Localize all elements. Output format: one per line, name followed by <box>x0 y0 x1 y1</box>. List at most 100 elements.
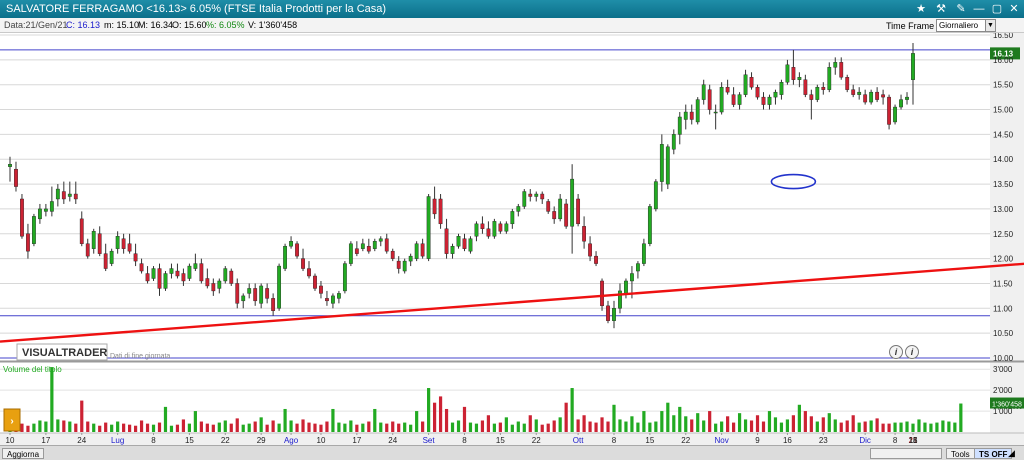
y-tick-label: 14.00 <box>993 155 1014 164</box>
candle-body <box>354 248 359 254</box>
volume-bar <box>211 424 215 432</box>
candle-body <box>235 283 240 304</box>
candle-body <box>713 111 718 114</box>
candle-body <box>641 243 646 264</box>
volume-bar <box>935 422 939 432</box>
price-chart[interactable]: 16.13 10.0010.5011.0011.5012.0012.5013.0… <box>0 33 1024 445</box>
chevron-down-icon[interactable]: ▼ <box>985 20 995 31</box>
y-tick-label: 13.00 <box>993 205 1014 214</box>
volume-bar <box>684 416 688 432</box>
candle-body <box>881 94 885 98</box>
candle-body <box>20 198 24 237</box>
volume-bar <box>893 422 897 432</box>
volume-bar <box>187 423 192 432</box>
maximize-icon[interactable]: ▢ <box>988 1 1006 17</box>
candle-body <box>217 280 222 289</box>
candle-body <box>695 99 700 123</box>
hammer-icon[interactable]: ⚒ <box>932 1 950 17</box>
minimize-icon[interactable]: — <box>970 1 988 17</box>
volume-bar <box>773 417 778 432</box>
volume-bar <box>157 422 162 432</box>
volume-title: Volume del titolo <box>3 365 62 374</box>
candle-body <box>612 308 616 321</box>
y-tick-label: 12.00 <box>993 255 1014 264</box>
candle-body <box>468 238 473 252</box>
star-icon[interactable]: ★ <box>912 1 930 17</box>
candle-body <box>109 250 114 264</box>
candle-body <box>582 226 586 242</box>
candle-body <box>600 280 604 307</box>
date-label: Data:21/Gen/21 <box>4 20 68 30</box>
candle-body <box>636 263 640 272</box>
candle-body <box>546 201 551 212</box>
volume-bar <box>247 423 251 432</box>
candle-body <box>342 263 347 292</box>
scrollbar-track[interactable] <box>870 448 942 459</box>
candle-body <box>295 243 299 257</box>
candle-body <box>414 243 419 259</box>
last-volume-label: 1'360'458 <box>992 402 1022 409</box>
candle-body <box>857 91 862 95</box>
candle-body <box>839 62 844 78</box>
candle-body <box>14 168 18 187</box>
volume-bar <box>235 418 239 432</box>
candle-body <box>432 198 437 215</box>
candle-body <box>809 94 814 100</box>
x-tick-label: 24 <box>388 436 397 445</box>
open-label: O: 15.60 <box>172 20 207 30</box>
ts-off-button[interactable]: TS OFF <box>974 448 1013 459</box>
candle-body <box>55 188 60 200</box>
volume-bar <box>307 422 311 432</box>
candle-body <box>402 260 407 272</box>
volume-bar <box>558 417 562 432</box>
volume-bar <box>133 425 138 432</box>
candle-body <box>73 193 78 200</box>
volume-bar <box>397 423 401 432</box>
volume-bar <box>857 422 861 432</box>
volume-bar <box>283 408 287 432</box>
tools-icon[interactable]: ✎ <box>952 1 970 17</box>
candle-body <box>761 96 766 105</box>
y-tick-label: 12.50 <box>993 230 1014 239</box>
volume-bar <box>941 420 945 432</box>
volume-bar <box>223 420 227 432</box>
volume-bar <box>313 423 317 432</box>
volume-bar <box>923 422 927 432</box>
candle-body <box>163 273 168 289</box>
x-tick-label: 29 <box>257 436 266 445</box>
candle-body <box>384 238 389 252</box>
candle-body <box>426 196 431 259</box>
volume-bar <box>546 423 550 432</box>
volume-bar <box>827 413 831 432</box>
candle-body <box>456 236 461 247</box>
candle-body <box>498 223 503 232</box>
x-tick-label: Ago <box>284 436 299 445</box>
candle-body <box>683 111 688 120</box>
max-label: M: 16.34 <box>138 20 174 30</box>
volume-bar <box>205 423 209 432</box>
candle-body <box>348 243 353 264</box>
timeframe-select[interactable]: Giornaliero ▼ <box>936 19 996 32</box>
volume-bar <box>540 424 544 432</box>
resize-grip-icon[interactable]: ◢ <box>1008 448 1015 459</box>
candle-body <box>331 295 335 304</box>
candle-body <box>558 198 563 220</box>
candle-body <box>570 178 575 227</box>
aggiorna-button[interactable]: Aggiorna <box>2 448 45 459</box>
close-label: C: 16.13 <box>66 20 101 30</box>
volume-bar <box>181 419 186 432</box>
volume-bar <box>139 420 144 432</box>
x-tick-label: 22 <box>681 436 690 445</box>
candle-body <box>522 191 527 207</box>
close-icon[interactable]: ✕ <box>1005 1 1023 17</box>
candle-body <box>564 203 569 227</box>
volume-bar <box>869 420 873 432</box>
volume-bar <box>863 421 867 432</box>
x-tick-label: 17 <box>41 436 50 445</box>
x-tick-label: Set <box>423 436 436 445</box>
volume-bar <box>116 421 120 432</box>
volume-bar <box>672 415 676 432</box>
volume-bar <box>175 424 180 432</box>
tools-button[interactable]: Tools <box>946 448 975 459</box>
volume-bar <box>498 422 502 432</box>
